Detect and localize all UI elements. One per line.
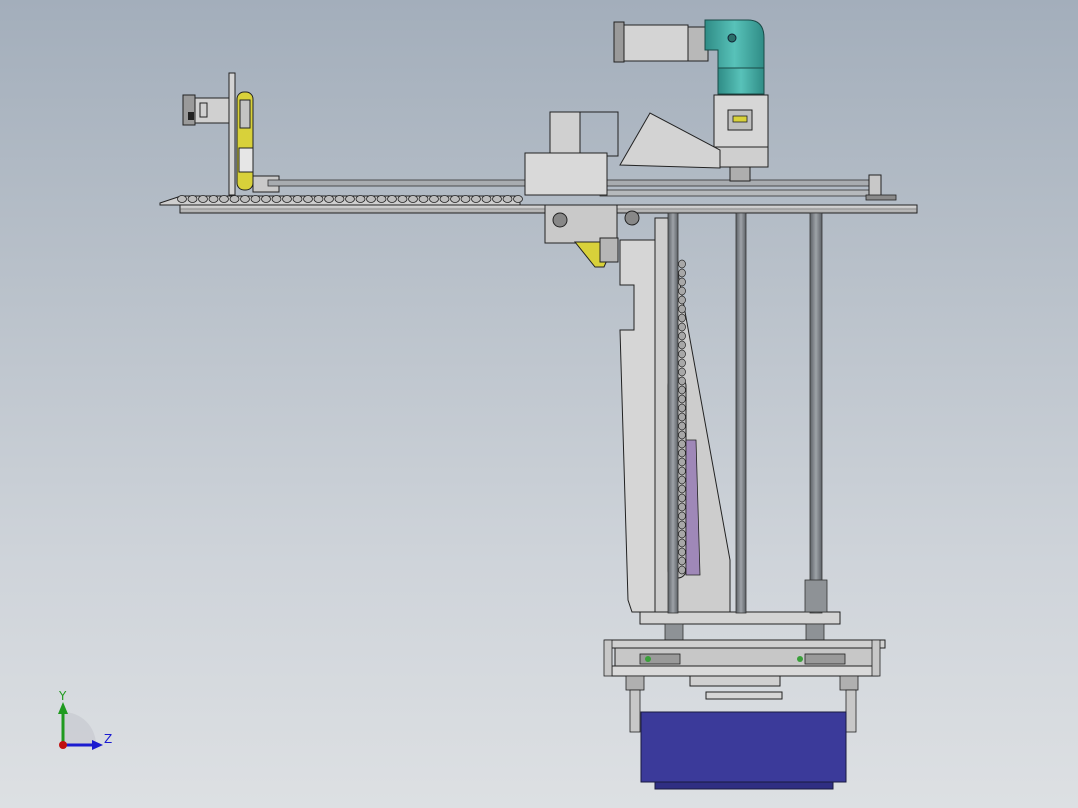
chain-link xyxy=(678,466,686,476)
chain-link xyxy=(460,195,471,203)
triad-plane-icon xyxy=(63,712,96,745)
chain-link xyxy=(678,358,686,368)
chain-link xyxy=(177,195,187,203)
chain-link xyxy=(678,286,686,296)
chain-link xyxy=(513,195,523,203)
chain-link xyxy=(429,195,439,203)
y-axis-arrowhead xyxy=(58,702,68,714)
chain-link xyxy=(219,195,229,203)
chain-link xyxy=(678,340,686,350)
chain-link xyxy=(261,195,271,203)
z-axis-label: Z xyxy=(104,732,112,746)
belt-drive-plate xyxy=(228,72,280,196)
chain-link xyxy=(271,195,282,203)
chain-link xyxy=(678,349,686,359)
chain-link xyxy=(678,313,686,323)
chain-link xyxy=(324,195,334,203)
chain-link xyxy=(292,195,303,203)
chain-link xyxy=(376,195,387,203)
cad-model-view[interactable]: Y Z xyxy=(0,0,1078,808)
chain-link xyxy=(678,421,686,431)
z-axis-arrowhead xyxy=(92,740,103,750)
orientation-triad[interactable]: Y Z xyxy=(58,689,112,750)
chain-link xyxy=(678,331,686,341)
chain-link xyxy=(282,195,292,203)
chain-link xyxy=(313,195,324,203)
chain-link xyxy=(678,385,686,395)
chain-link xyxy=(678,394,686,404)
vertical-drive-housing xyxy=(713,94,769,182)
chain-link xyxy=(408,195,418,203)
right-angle-gearbox xyxy=(704,19,765,95)
chain-link xyxy=(439,195,450,203)
chain-link xyxy=(198,195,208,203)
chain-link xyxy=(208,195,219,203)
chain-link xyxy=(678,529,686,539)
chain-link xyxy=(355,195,366,203)
chain-link xyxy=(678,547,686,557)
chain-link xyxy=(678,277,686,287)
chain-link xyxy=(397,195,408,203)
chain-link xyxy=(450,195,460,203)
chain-link xyxy=(187,195,198,203)
chain-link xyxy=(334,195,345,203)
chain-link xyxy=(678,439,686,449)
chain-link xyxy=(678,538,686,548)
chain-link xyxy=(366,195,376,203)
y-axis-label: Y xyxy=(58,689,67,703)
chain-link xyxy=(678,556,686,566)
chain-link xyxy=(387,195,397,203)
chain-link xyxy=(240,195,250,203)
chain-link xyxy=(678,520,686,530)
chain-link xyxy=(678,565,686,575)
chain-link xyxy=(678,295,686,305)
chain-link xyxy=(502,195,513,203)
drag-chain-vertical xyxy=(678,259,686,575)
chain-link xyxy=(229,195,240,203)
chain-link xyxy=(418,195,429,203)
chain-link xyxy=(678,367,686,377)
workpiece xyxy=(640,711,847,790)
chain-link xyxy=(678,322,686,332)
chain-link xyxy=(678,376,686,386)
graphics-area[interactable]: Y Z xyxy=(0,0,1078,808)
chain-link xyxy=(678,448,686,458)
servo-motor-horizontal xyxy=(182,94,231,126)
chain-link xyxy=(481,195,492,203)
chain-link xyxy=(678,403,686,413)
chain-link xyxy=(345,195,355,203)
x-axis-dot xyxy=(59,741,67,749)
chain-link xyxy=(492,195,502,203)
chain-link xyxy=(678,304,686,314)
chain-link xyxy=(678,511,686,521)
chain-link xyxy=(678,412,686,422)
chain-link xyxy=(678,493,686,503)
chain-link xyxy=(678,502,686,512)
chain-link xyxy=(303,195,313,203)
chain-link xyxy=(250,195,261,203)
chain-link xyxy=(678,259,686,269)
chain-link xyxy=(678,475,686,485)
chain-link xyxy=(678,457,686,467)
servo-motor-vertical xyxy=(613,21,709,63)
chain-link xyxy=(678,484,686,494)
chain-link xyxy=(678,268,686,278)
chain-link xyxy=(678,430,686,440)
chain-link xyxy=(471,195,481,203)
